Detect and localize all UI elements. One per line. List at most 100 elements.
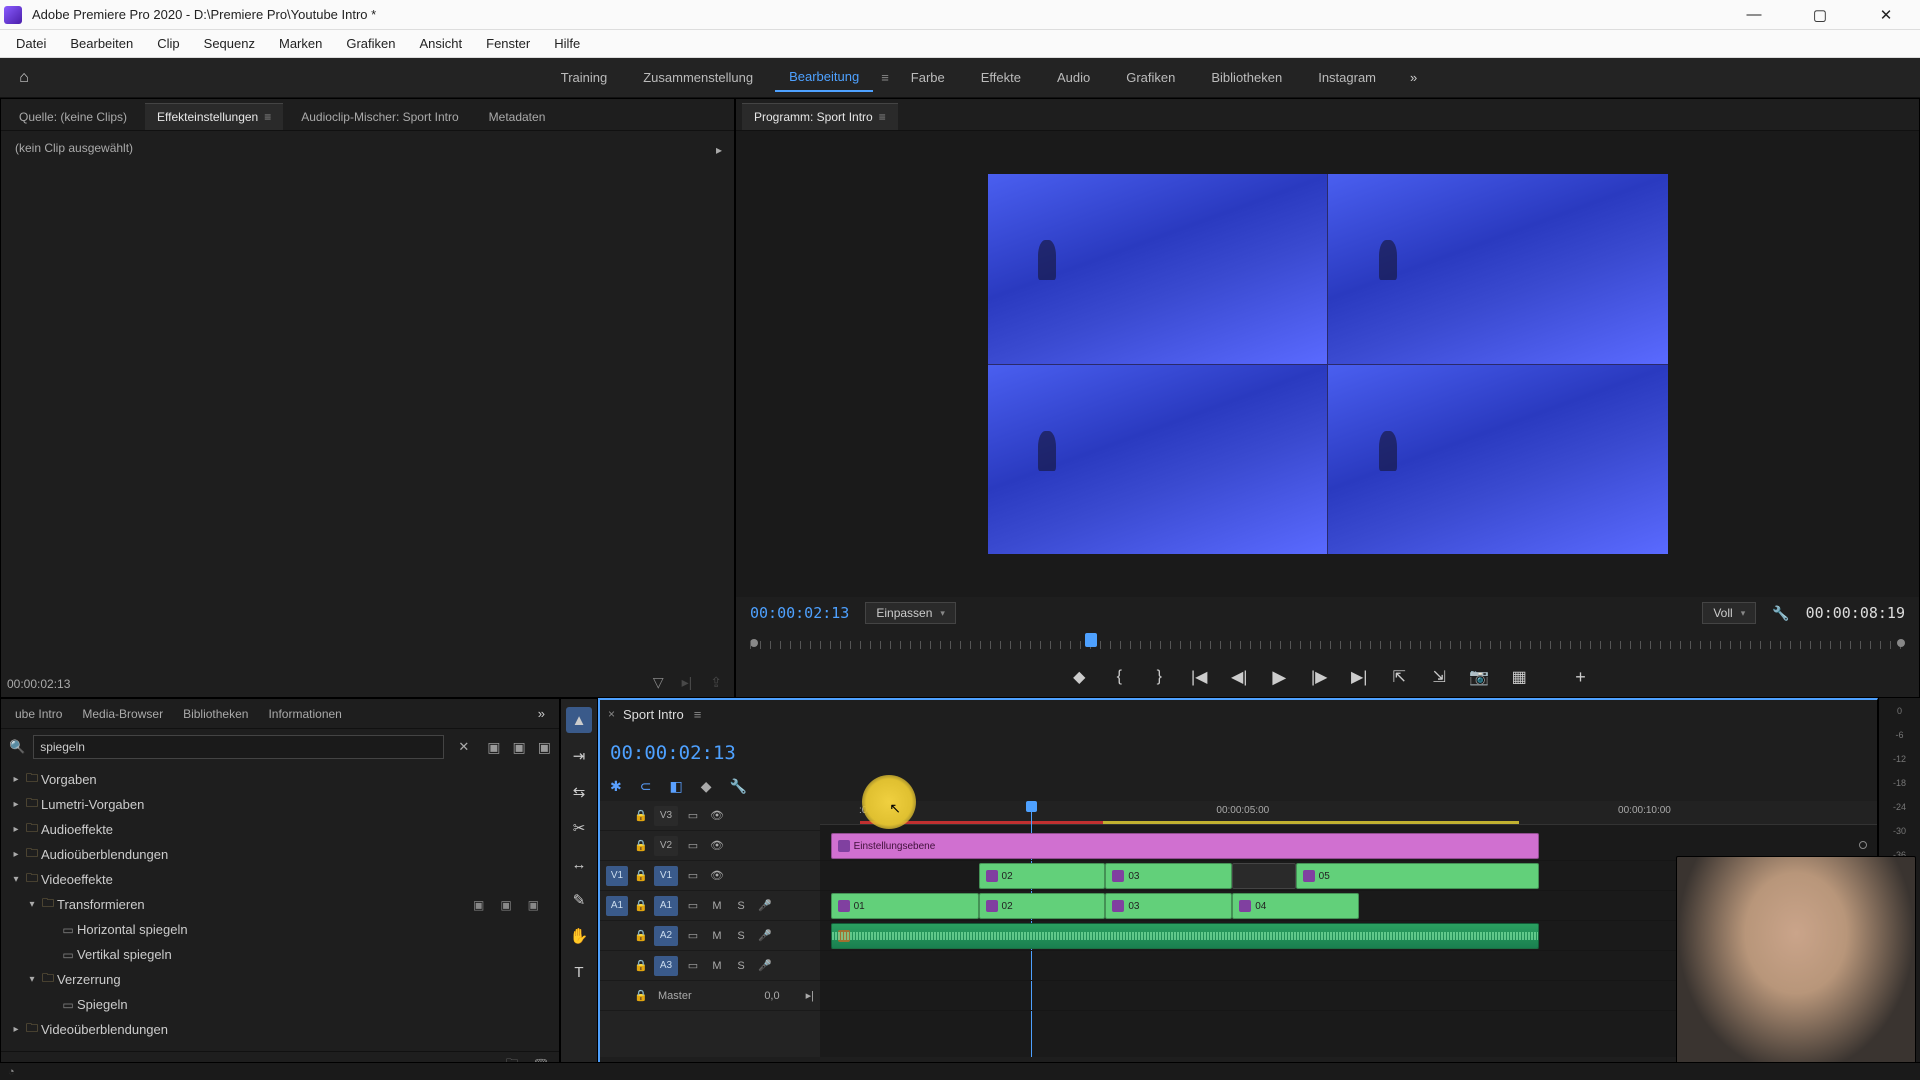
settings-icon[interactable]: 🔧: [1772, 605, 1789, 622]
lift-button[interactable]: ⇱: [1389, 667, 1409, 687]
workspace-farbe[interactable]: Farbe: [897, 64, 959, 91]
menu-fenster[interactable]: Fenster: [476, 32, 540, 55]
comparison-button[interactable]: ▦: [1509, 667, 1529, 687]
clip-v1-03[interactable]: 03: [1105, 893, 1232, 919]
clip-v1-01[interactable]: 01: [831, 893, 979, 919]
playhead-marker[interactable]: [1085, 633, 1097, 647]
timeline-timecode[interactable]: 00:00:02:13: [610, 742, 736, 764]
track-header-a2[interactable]: 🔒A2▭MS🎤: [600, 921, 820, 951]
yuv-filter-icon[interactable]: ▣: [538, 739, 551, 756]
menu-ansicht[interactable]: Ansicht: [409, 32, 472, 55]
snap-icon[interactable]: ✱: [610, 778, 622, 795]
menu-bearbeiten[interactable]: Bearbeiten: [60, 32, 143, 55]
track-header-v1[interactable]: V1🔒V1▭👁: [600, 861, 820, 891]
lock-icon[interactable]: 🔒: [634, 839, 648, 852]
step-back-button[interactable]: ◀|: [1229, 667, 1249, 687]
effect-vertikal-spiegeln[interactable]: ▭Vertikal spiegeln: [1, 942, 559, 967]
goto-in-button[interactable]: |◀: [1189, 667, 1209, 687]
program-timecode-current[interactable]: 00:00:02:13: [750, 604, 849, 622]
pen-tool[interactable]: ✎: [566, 887, 592, 913]
eye-icon[interactable]: 👁: [708, 867, 726, 885]
clip-v1-02[interactable]: 02: [979, 893, 1106, 919]
menu-marken[interactable]: Marken: [269, 32, 332, 55]
tab-metadaten[interactable]: Metadaten: [477, 104, 558, 130]
minimize-button[interactable]: —: [1734, 6, 1774, 24]
tree-audioeffekte[interactable]: ▸🗀Audioeffekte: [1, 817, 559, 842]
clip-gap[interactable]: [1232, 863, 1295, 889]
32bit-filter-icon[interactable]: ▣: [513, 739, 526, 756]
clip-audio[interactable]: [831, 923, 1539, 949]
eye-icon[interactable]: 👁: [708, 837, 726, 855]
menu-clip[interactable]: Clip: [147, 32, 189, 55]
clip-v2-05[interactable]: 05: [1296, 863, 1539, 889]
clip-v2-02[interactable]: 02: [979, 863, 1106, 889]
extract-button[interactable]: ⇲: [1429, 667, 1449, 687]
mute-button[interactable]: M: [708, 957, 726, 975]
effects-search-input[interactable]: [33, 735, 444, 759]
mute-button[interactable]: M: [708, 897, 726, 915]
razor-tool[interactable]: ✂: [566, 815, 592, 841]
workspace-menu-icon[interactable]: ≡: [881, 70, 889, 85]
master-value[interactable]: 0,0: [764, 990, 779, 1002]
export-frame-button[interactable]: 📷: [1469, 667, 1489, 687]
maximize-button[interactable]: ▢: [1800, 6, 1840, 24]
workspace-zusammenstellung[interactable]: Zusammenstellung: [629, 64, 767, 91]
workspace-instagram[interactable]: Instagram: [1304, 64, 1390, 91]
menu-sequenz[interactable]: Sequenz: [194, 32, 265, 55]
tree-transformieren[interactable]: ▾🗀Transformieren▣▣▣: [1, 892, 559, 917]
home-icon[interactable]: ⌂: [10, 64, 38, 92]
time-ruler[interactable]: :00:00 00:00:05:00 00:00:10:00: [820, 801, 1877, 825]
lock-icon[interactable]: 🔒: [634, 809, 648, 822]
slip-tool[interactable]: ↔: [566, 851, 592, 877]
sync-lock-icon[interactable]: ▭: [684, 867, 702, 885]
tab-bibliotheken[interactable]: Bibliotheken: [173, 702, 258, 726]
marker-icon[interactable]: ◧: [669, 778, 682, 795]
mark-in-button[interactable]: {: [1109, 668, 1129, 686]
settings-icon[interactable]: ◆: [701, 778, 712, 795]
solo-button[interactable]: S: [732, 927, 750, 945]
play-button[interactable]: ▶: [1269, 667, 1289, 688]
tree-lumetri[interactable]: ▸🗀Lumetri-Vorgaben: [1, 792, 559, 817]
tab-quelle[interactable]: Quelle: (keine Clips): [7, 104, 139, 130]
workspace-training[interactable]: Training: [547, 64, 621, 91]
tab-project[interactable]: ube Intro: [5, 702, 72, 726]
panel-menu-icon[interactable]: ≡: [694, 707, 702, 722]
effect-horizontal-spiegeln[interactable]: ▭Horizontal spiegeln: [1, 917, 559, 942]
solo-button[interactable]: S: [732, 897, 750, 915]
track-header-v2[interactable]: 🔒V2▭👁: [600, 831, 820, 861]
sync-lock-icon[interactable]: ▭: [684, 927, 702, 945]
sync-lock-icon[interactable]: ▭: [684, 897, 702, 915]
effect-spiegeln[interactable]: ▭Spiegeln: [1, 992, 559, 1017]
button-editor-icon[interactable]: +: [1575, 667, 1586, 688]
eye-icon[interactable]: 👁: [708, 807, 726, 825]
tree-verzerrung[interactable]: ▾🗀Verzerrung: [1, 967, 559, 992]
workspace-effekte[interactable]: Effekte: [967, 64, 1035, 91]
accel-filter-icon[interactable]: ▣: [487, 739, 500, 756]
tab-audioclip-mischer[interactable]: Audioclip-Mischer: Sport Intro: [289, 104, 470, 130]
lock-icon[interactable]: 🔒: [634, 959, 648, 972]
scrub-out-icon[interactable]: [1897, 639, 1905, 647]
ripple-edit-tool[interactable]: ⇆: [566, 779, 592, 805]
tree-audioueberblendungen[interactable]: ▸🗀Audioüberblendungen: [1, 842, 559, 867]
track-header-a3[interactable]: 🔒A3▭MS🎤: [600, 951, 820, 981]
quality-dropdown[interactable]: Voll▾: [1702, 602, 1756, 624]
tree-videoeffekte[interactable]: ▾🗀Videoeffekte: [1, 867, 559, 892]
step-icon[interactable]: ▸|: [682, 674, 693, 691]
clip-adjustment-layer[interactable]: Einstellungsebene: [831, 833, 1539, 859]
mute-button[interactable]: M: [708, 927, 726, 945]
voice-over-icon[interactable]: 🎤: [756, 927, 774, 945]
workspace-bearbeitung[interactable]: Bearbeitung: [775, 63, 873, 92]
track-header-master[interactable]: 🔒Master0,0▸|: [600, 981, 820, 1011]
close-button[interactable]: ✕: [1866, 6, 1906, 24]
sequence-name[interactable]: Sport Intro: [623, 707, 684, 722]
voice-over-icon[interactable]: 🎤: [756, 897, 774, 915]
clip-v1-04[interactable]: 04: [1232, 893, 1359, 919]
lock-icon[interactable]: 🔒: [634, 899, 648, 912]
program-scrubber[interactable]: [750, 629, 1905, 657]
tab-informationen[interactable]: Informationen: [258, 702, 351, 726]
type-tool[interactable]: T: [566, 959, 592, 985]
tab-effekteinstellungen[interactable]: Effekteinstellungen≡: [145, 103, 283, 130]
sync-lock-icon[interactable]: ▭: [684, 957, 702, 975]
clip-v2-03[interactable]: 03: [1105, 863, 1232, 889]
voice-over-icon[interactable]: 🎤: [756, 957, 774, 975]
